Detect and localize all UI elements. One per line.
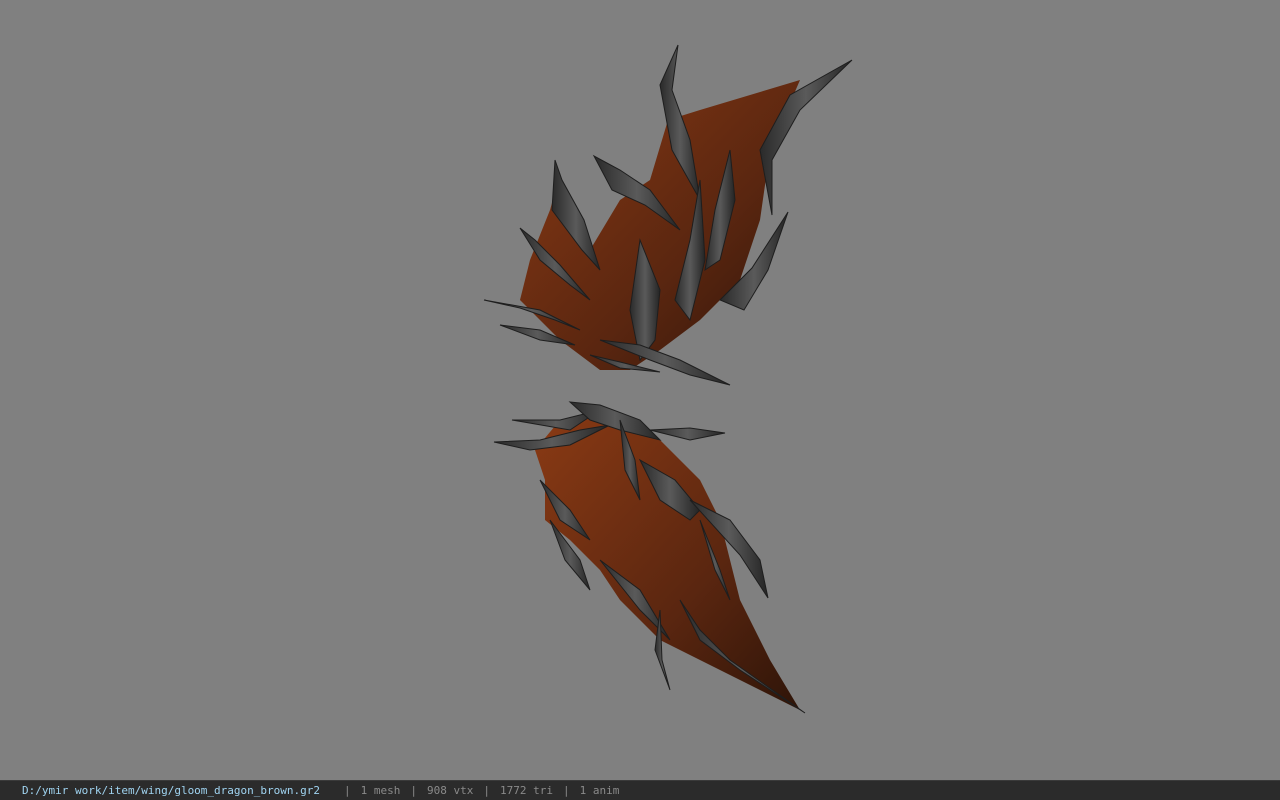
- separator: |: [483, 784, 490, 797]
- vertex-count: 908 vtx: [427, 784, 474, 797]
- triangle-count: 1772 tri: [500, 784, 553, 797]
- file-path: D:/ymir work/item/wing/gloom_dragon_brow…: [22, 784, 321, 797]
- upper-wing-membrane: [520, 80, 800, 370]
- dragon-wing-model[interactable]: [0, 0, 1280, 780]
- status-bar: D:/ymir work/item/wing/gloom_dragon_brow…: [0, 780, 1280, 800]
- separator: |: [562, 784, 570, 797]
- animation-count: 1 anim: [579, 784, 620, 797]
- 3d-viewport[interactable]: [0, 0, 1280, 780]
- separator: |: [344, 784, 351, 797]
- separator: |: [410, 784, 418, 797]
- mesh-count: 1 mesh: [360, 784, 401, 797]
- lower-wing: [493, 401, 806, 714]
- upper-wing: [483, 44, 853, 386]
